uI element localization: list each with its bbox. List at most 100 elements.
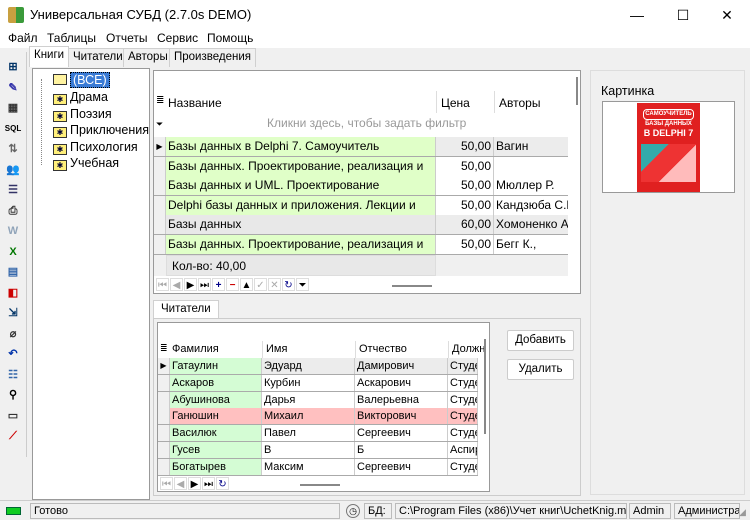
first-record-icon[interactable]: ⏮ <box>160 477 173 490</box>
next-record-icon[interactable]: ▶ <box>188 477 201 490</box>
table-row[interactable]: Базы данных и UML. Проектирование 50,00 Мю… <box>154 176 568 197</box>
tree-node[interactable]: ✱ Приключения <box>53 122 149 138</box>
table-row[interactable]: Delphi базы данных и приложения. Лекции … <box>154 195 568 216</box>
resize-grip-icon[interactable]: ◢ <box>739 507 746 518</box>
cell-patronymic[interactable]: Сергеевич <box>355 425 448 442</box>
form-icon[interactable]: ☰ <box>4 181 22 199</box>
cell-position[interactable]: Студе <box>448 458 478 475</box>
tree-node-all[interactable]: (ВСЕ) <box>53 72 110 88</box>
table-row[interactable]: Базы данных. Проектирование, реализация … <box>154 156 568 177</box>
table-row[interactable]: Василюк Павел Сергеевич Студе <box>158 425 478 443</box>
cell-patronymic[interactable]: Дамирович <box>355 358 448 374</box>
users-icon[interactable]: 👥 <box>4 161 22 179</box>
col-header-authors[interactable]: Авторы <box>494 91 544 113</box>
cell-lastname[interactable]: Аскаров <box>170 374 262 391</box>
add-record-icon[interactable]: + <box>212 278 225 291</box>
cell-price[interactable]: 50,00 <box>436 195 494 215</box>
col-header-firstname[interactable]: Имя <box>262 341 290 358</box>
close-button[interactable]: ✕ <box>704 0 750 30</box>
cell-firstname[interactable]: Максим <box>262 458 355 475</box>
cell-firstname[interactable]: Эдуард <box>262 358 355 374</box>
tree-node[interactable]: ✱ Учебная <box>53 155 119 171</box>
cell-firstname[interactable]: В <box>262 442 355 458</box>
filter-icon[interactable]: ⏷ <box>156 119 163 130</box>
tree-node[interactable]: ✱ Психология <box>53 139 138 155</box>
delete-button[interactable]: Удалить <box>507 359 574 380</box>
edit-record-icon[interactable]: ▲ <box>240 278 253 291</box>
horizontal-scrollbar[interactable] <box>392 285 432 287</box>
filter-hint[interactable]: Кликни здесь, чтобы задать фильтр <box>267 116 466 130</box>
cell-lastname[interactable]: Ганюшин <box>170 408 262 425</box>
tree-node[interactable]: ✱ Поэзия <box>53 106 112 122</box>
grid-icon[interactable]: ▦ <box>4 99 22 117</box>
word-export-icon[interactable]: W <box>4 222 22 240</box>
filter-icon[interactable]: ⏷ <box>296 278 309 291</box>
tab-readers[interactable]: Читатели <box>68 48 128 67</box>
last-record-icon[interactable]: ⏭ <box>198 278 211 291</box>
binoculars-icon[interactable]: ⚲ <box>4 386 22 404</box>
cell-lastname[interactable]: Гусев <box>170 442 262 458</box>
col-header-lastname[interactable]: Фамилия <box>172 343 219 355</box>
cell-price[interactable]: 50,00 <box>436 235 494 254</box>
cell-patronymic[interactable]: Валерьевна <box>355 391 448 408</box>
new-table-icon[interactable]: ⊞ <box>4 58 22 76</box>
cell-name[interactable]: Базы данных. Проектирование, реализация … <box>166 156 436 176</box>
cell-name[interactable]: Базы данных. Проектирование, реализация … <box>166 235 436 254</box>
col-header-patronymic[interactable]: Отчество <box>355 341 410 358</box>
cell-patronymic[interactable]: Б <box>355 442 448 458</box>
cell-lastname[interactable]: Богатырев <box>170 458 262 475</box>
table-row[interactable]: Аскаров Курбин Аскарович Студе <box>158 374 478 392</box>
table-row[interactable]: Абушинова Дарья Валерьевна Студе <box>158 391 478 409</box>
cell-name[interactable]: Базы данных <box>166 215 436 235</box>
horizontal-scrollbar[interactable] <box>300 484 340 486</box>
cell-patronymic[interactable]: Сергеевич <box>355 458 448 475</box>
table-row[interactable]: ▶ Базы данных в Delphi 7. Самоучитель 50,0… <box>154 137 568 157</box>
cell-price[interactable]: 60,00 <box>436 215 494 235</box>
cell-position[interactable]: Студе <box>448 391 478 408</box>
chart-icon[interactable]: ⟋ <box>4 427 22 445</box>
table-row[interactable]: ▶ Гатаулин Эдуард Дамирович Студе <box>158 358 478 375</box>
window-icon[interactable]: ▭ <box>4 407 22 425</box>
tree-node[interactable]: ✱ Драма <box>53 89 108 105</box>
add-button[interactable]: Добавить <box>507 330 574 351</box>
cell-position[interactable]: Аспир <box>448 442 478 458</box>
table-row[interactable]: Ганюшин Михаил Викторович Студе <box>158 408 478 426</box>
cell-patronymic[interactable]: Викторович <box>355 408 448 425</box>
post-icon[interactable]: ✓ <box>254 278 267 291</box>
vertical-scrollbar[interactable] <box>484 339 486 434</box>
cell-authors[interactable]: Вагин <box>494 137 568 156</box>
menu-service[interactable]: Сервис <box>157 31 198 45</box>
undo-icon[interactable]: ↶ <box>4 345 22 363</box>
maximize-button[interactable]: ☐ <box>660 0 706 30</box>
cell-lastname[interactable]: Василюк <box>170 425 262 442</box>
next-record-icon[interactable]: ▶ <box>184 278 197 291</box>
excel-export-icon[interactable]: X <box>4 243 22 261</box>
tab-books[interactable]: Книги <box>29 46 70 67</box>
cell-price[interactable]: 50,00 <box>436 156 494 176</box>
table-row[interactable]: Гусев В Б Аспир <box>158 442 478 459</box>
notepad-icon[interactable]: ▤ <box>4 263 22 281</box>
import-icon[interactable]: ⇲ <box>4 304 22 322</box>
cancel-icon[interactable]: ✕ <box>268 278 281 291</box>
cell-name[interactable]: Базы данных в Delphi 7. Самоучитель <box>166 137 436 156</box>
cell-name[interactable]: Delphi базы данных и приложения. Лекции … <box>166 195 436 215</box>
eraser-icon[interactable]: ◧ <box>4 284 22 302</box>
print-icon[interactable]: ⎙ <box>4 202 22 220</box>
col-header-position[interactable]: Должн <box>448 341 488 358</box>
prior-record-icon[interactable]: ◀ <box>170 278 183 291</box>
prior-record-icon[interactable]: ◀ <box>174 477 187 490</box>
col-header-price[interactable]: Цена <box>436 91 474 113</box>
cell-lastname[interactable]: Абушинова <box>170 391 262 408</box>
edit-table-icon[interactable]: ✎ <box>4 79 22 97</box>
menu-file[interactable]: Файл <box>8 31 38 45</box>
tab-authors[interactable]: Авторы <box>123 48 173 67</box>
cell-firstname[interactable]: Курбин <box>262 374 355 391</box>
cell-lastname[interactable]: Гатаулин <box>170 358 262 374</box>
delete-record-icon[interactable]: − <box>226 278 239 291</box>
menu-reports[interactable]: Отчеты <box>106 31 147 45</box>
minimize-button[interactable]: — <box>614 0 660 30</box>
cell-position[interactable]: Студе <box>448 374 478 391</box>
cell-firstname[interactable]: Дарья <box>262 391 355 408</box>
vertical-scrollbar[interactable] <box>576 77 578 105</box>
table-row[interactable]: Базы данных 60,00 Хомоненко А. <box>154 215 568 236</box>
